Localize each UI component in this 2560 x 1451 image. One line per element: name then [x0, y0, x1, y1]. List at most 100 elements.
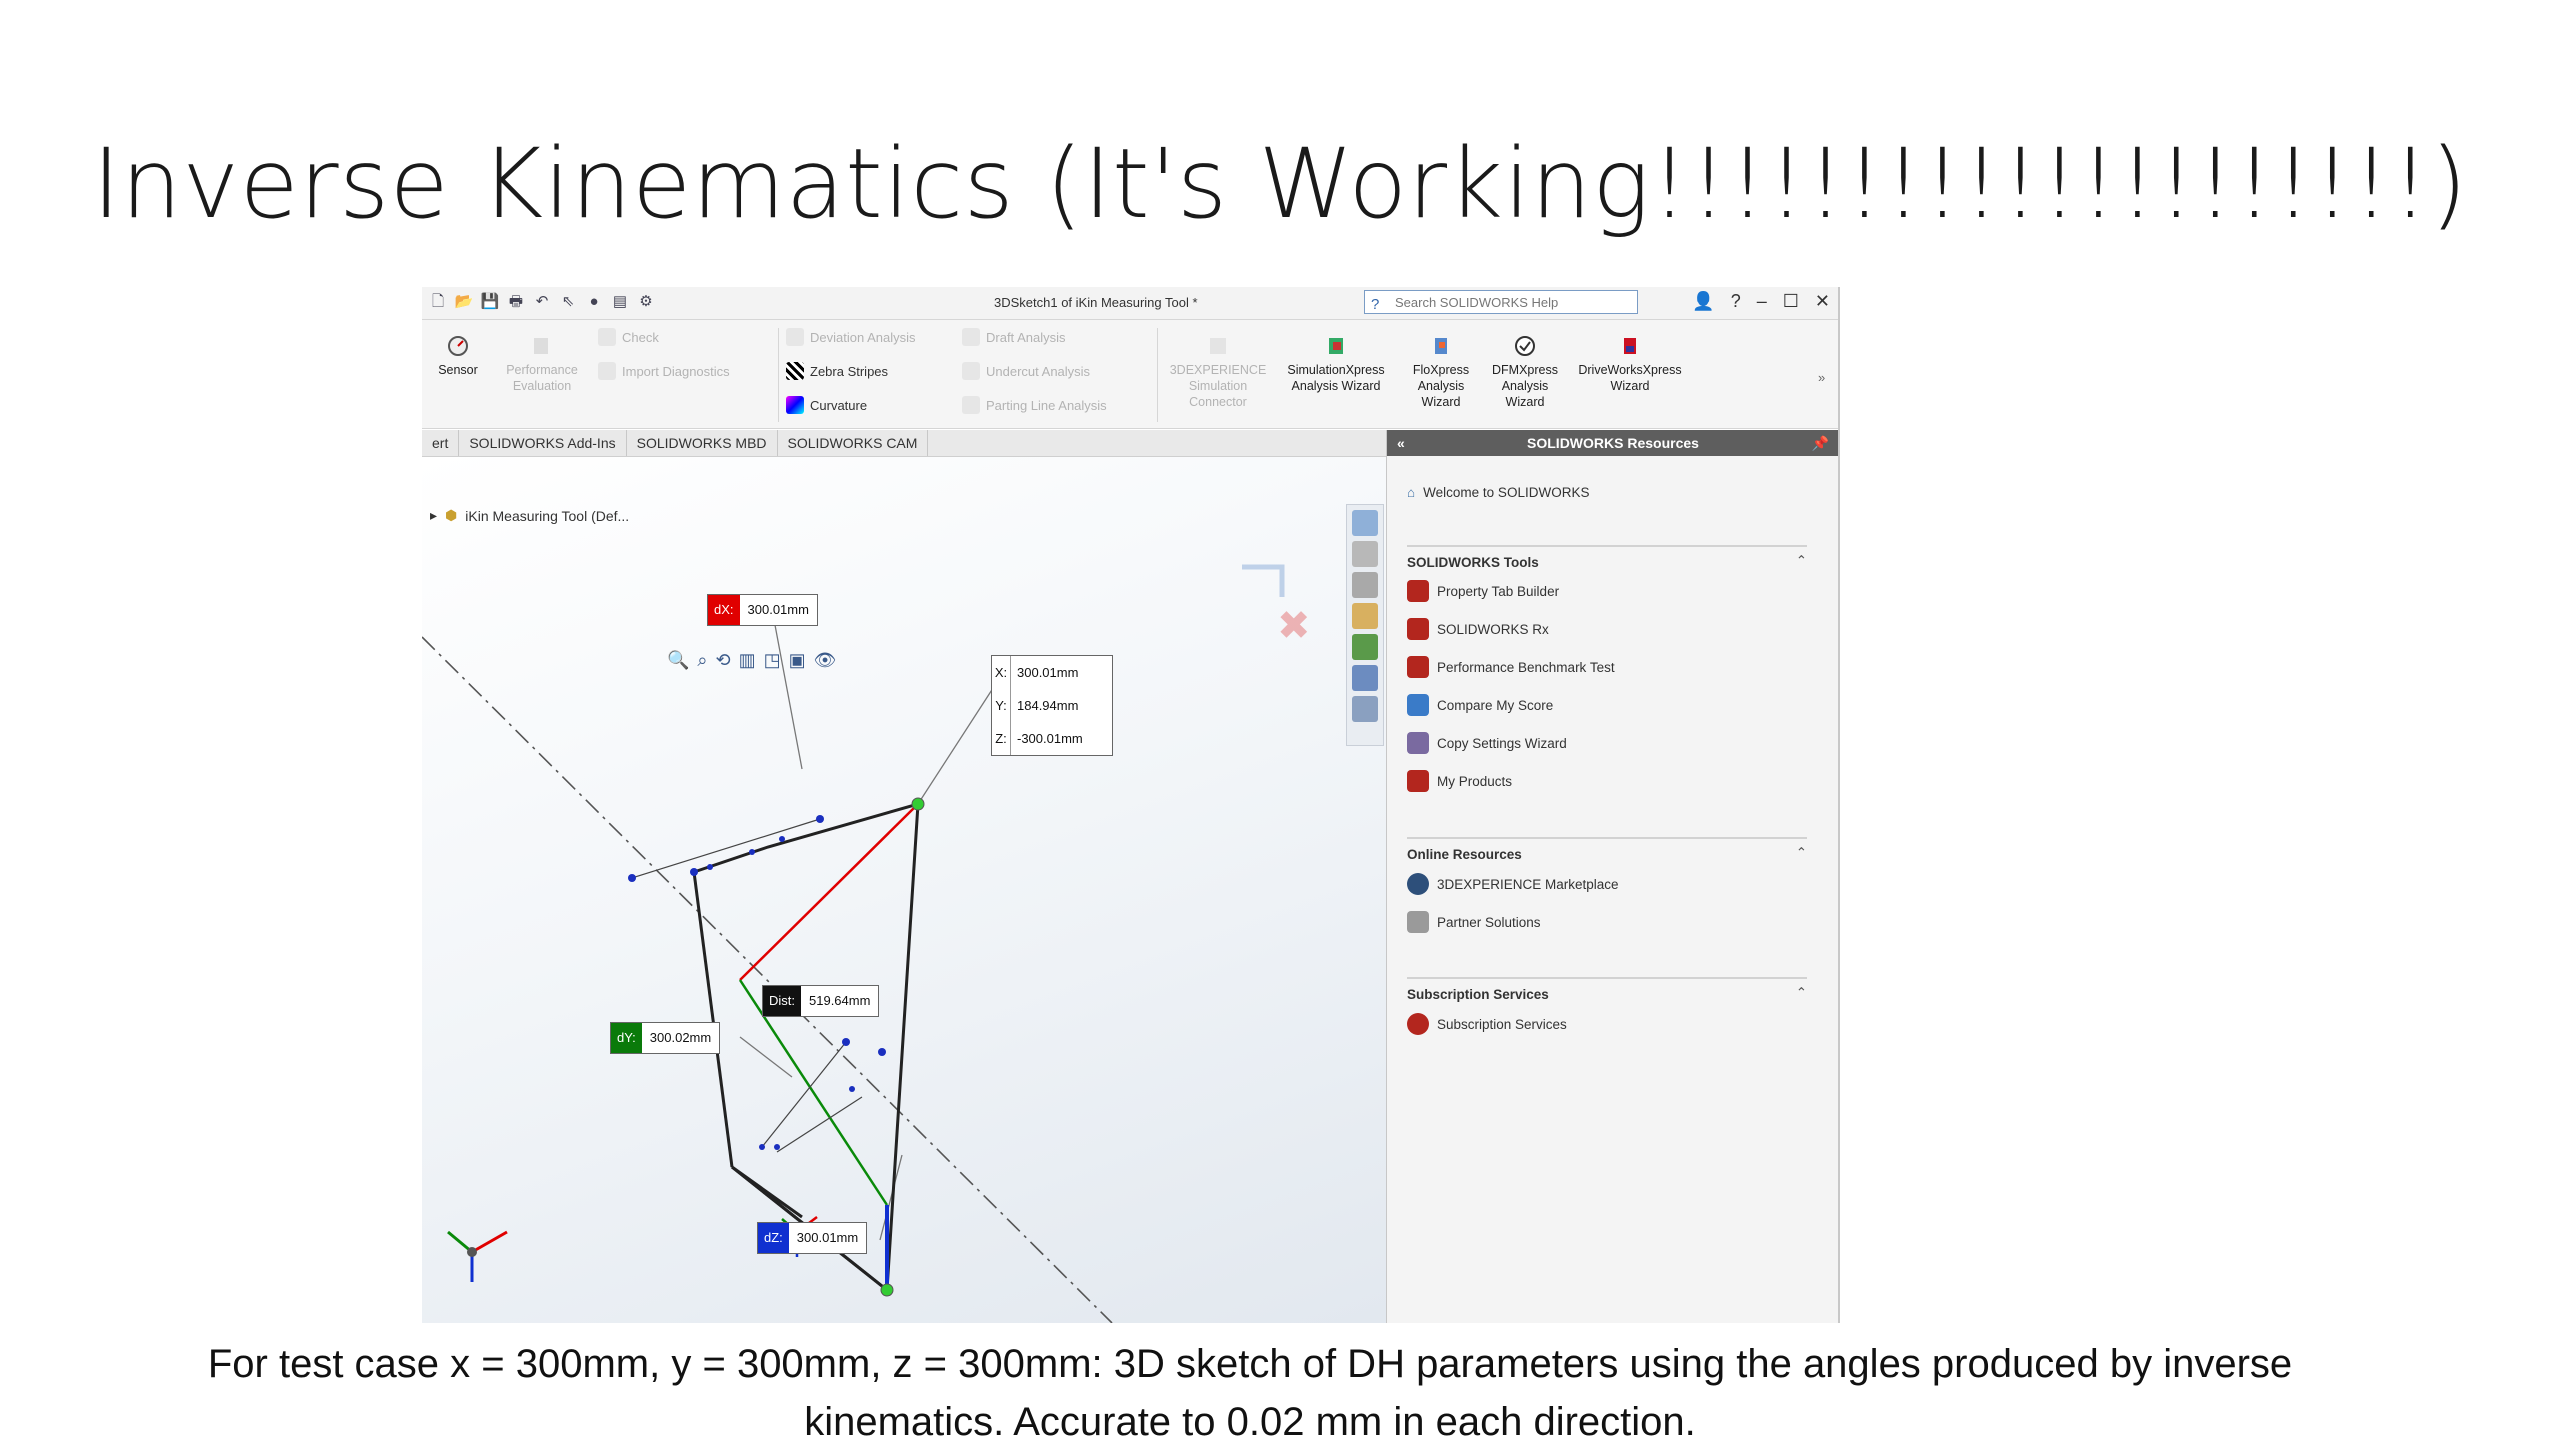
caption-line-2: kinematics. Accurate to 0.02 mm in each … [804, 1400, 1696, 1444]
draft-analysis-button[interactable]: Draft Analysis [962, 328, 1065, 346]
options-gear-icon[interactable]: ⚙ [636, 292, 656, 312]
undo-icon[interactable]: ↶ [532, 292, 552, 312]
performance-evaluation-button[interactable]: Performance Evaluation [492, 334, 592, 394]
parting-line-analysis-icon [962, 396, 980, 414]
tab-solidworks-add-ins[interactable]: SOLIDWORKS Add-Ins [459, 430, 627, 456]
deviation-analysis-button[interactable]: Deviation Analysis [786, 328, 916, 346]
dz-dimension[interactable]: dZ: 300.01mm [757, 1222, 868, 1254]
user-icon[interactable]: 👤 [1692, 291, 1714, 312]
sketch-canvas: ✖ [422, 564, 1311, 1323]
parting-line-analysis-label: Parting Line Analysis [986, 397, 1107, 413]
file-properties-icon[interactable]: ▤ [610, 292, 630, 312]
online-resources-section[interactable]: Online Resources ⌃ [1407, 837, 1807, 862]
dx-dimension[interactable]: dX: 300.01mm [707, 594, 818, 626]
view-palette-tab-icon[interactable] [1352, 603, 1378, 629]
maximize-button[interactable]: ☐ [1783, 291, 1799, 312]
appearances-tab-icon[interactable] [1352, 634, 1378, 660]
design-library-tab-icon[interactable] [1352, 541, 1378, 567]
forum-tab-icon[interactable] [1352, 696, 1378, 722]
subscription-services-link[interactable]: Subscription Services [1407, 1013, 1567, 1035]
deviation-analysis-icon [786, 328, 804, 346]
home-tab-icon[interactable] [1352, 510, 1378, 536]
open-file-icon[interactable]: 📂 [454, 292, 474, 312]
zoom-to-fit-icon[interactable]: 🔍 [667, 650, 689, 671]
new-file-icon[interactable]: 🗋 [428, 292, 448, 312]
dfmxpress-button[interactable]: DFMXpress Analysis Wizard [1482, 334, 1568, 410]
dist-dimension[interactable]: Dist: 519.64mm [762, 985, 880, 1017]
tab-ert[interactable]: ert [422, 430, 460, 456]
my-products-link[interactable]: My Products [1407, 770, 1512, 792]
zoom-area-icon[interactable]: ⌕ [697, 650, 707, 671]
rebuild-icon[interactable]: ● [584, 292, 604, 312]
solidworks-rx-link[interactable]: SOLIDWORKS Rx [1407, 618, 1549, 640]
custom-properties-tab-icon[interactable] [1352, 665, 1378, 691]
curvature-button[interactable]: Curvature [786, 396, 867, 414]
solidworks-rx-icon [1407, 618, 1429, 640]
help-search-placeholder: Search SOLIDWORKS Help [1395, 295, 1559, 310]
dy-dimension[interactable]: dY: 300.02mm [610, 1022, 721, 1054]
display-style-icon[interactable]: ▣ [789, 650, 806, 671]
tab-solidworks-mbd[interactable]: SOLIDWORKS MBD [627, 430, 778, 456]
save-icon[interactable]: 💾 [480, 292, 500, 312]
home-icon: ⌂ [1407, 485, 1416, 500]
feature-tree-root[interactable]: ▸ ⬢ iKin Measuring Tool (Def... [430, 507, 629, 524]
marketplace-globe-icon [1407, 873, 1429, 895]
dy-leader-line [739, 1036, 793, 1078]
import-diagnostics-button[interactable]: Import Diagnostics [598, 362, 730, 380]
caption-line-1: For test case x = 300mm, y = 300mm, z = … [207, 1342, 2293, 1386]
previous-view-icon[interactable]: ⟲ [716, 650, 731, 671]
tools-section-title: SOLIDWORKS Tools [1407, 555, 1539, 570]
collapse-panel-button[interactable]: « [1397, 430, 1405, 456]
graphics-viewport[interactable]: ✖ 🔍 ⌕ ⟲ ▥ ◳ ▣ 👁 ▸ ⬢ iKin Measuring Tool … [422, 457, 1386, 1323]
close-button[interactable]: ✕ [1815, 291, 1830, 312]
window-titlebar: 🗋 📂 💾 🖶 ↶ ⇖ ● ▤ ⚙ 3DSketch1 of iKin Meas… [422, 287, 1838, 320]
floxpress-button[interactable]: FloXpress Analysis Wizard [1402, 334, 1480, 410]
performance-evaluation-label: Performance Evaluation [506, 363, 578, 393]
select-icon[interactable]: ⇖ [558, 292, 578, 312]
curvature-icon [786, 396, 804, 414]
minimize-button[interactable]: – [1757, 291, 1767, 312]
check-button[interactable]: Check [598, 328, 659, 346]
chevron-up-icon[interactable]: ⌃ [1796, 845, 1807, 861]
section-view-icon[interactable]: ▥ [739, 650, 756, 671]
print-icon[interactable]: 🖶 [506, 292, 526, 312]
dy-tag: dY: [611, 1023, 642, 1053]
simulationxpress-button[interactable]: SimulationXpress Analysis Wizard [1274, 334, 1398, 394]
sensor-button[interactable]: Sensor [428, 334, 488, 378]
performance-benchmark-link[interactable]: Performance Benchmark Test [1407, 656, 1615, 678]
view-orientation-icon[interactable]: ◳ [764, 650, 781, 671]
tab-solidworks-cam[interactable]: SOLIDWORKS CAM [778, 430, 929, 456]
pin-icon[interactable]: 📌 [1812, 430, 1829, 456]
zebra-stripes-button[interactable]: Zebra Stripes [786, 362, 888, 380]
help-search-input[interactable]: ? Search SOLIDWORKS Help [1364, 290, 1638, 314]
sketch-points [628, 815, 886, 1150]
expand-arrow-icon[interactable]: ▸ [430, 507, 437, 524]
hide-show-items-icon[interactable]: 👁 [814, 650, 837, 671]
sketch-black-links [693, 801, 920, 1293]
parting-line-analysis-button[interactable]: Parting Line Analysis [962, 396, 1107, 414]
undercut-analysis-button[interactable]: Undercut Analysis [962, 362, 1090, 380]
solidworks-tools-section[interactable]: SOLIDWORKS Tools ⌃ [1407, 545, 1807, 570]
compare-my-score-link[interactable]: Compare My Score [1407, 694, 1553, 716]
welcome-link[interactable]: ⌂ Welcome to SOLIDWORKS [1407, 485, 1589, 500]
ribbon-more-button[interactable]: » [1818, 370, 1825, 385]
dfmxpress-check-icon [1515, 336, 1535, 356]
compare-my-score-icon [1407, 694, 1429, 716]
driveworksxpress-button[interactable]: DriveWorksXpress Wizard [1572, 334, 1688, 394]
chevron-up-icon[interactable]: ⌃ [1796, 553, 1807, 569]
construction-line-1 [631, 818, 821, 879]
floxpress-label: FloXpress Analysis Wizard [1412, 363, 1470, 409]
experience-connector-button[interactable]: 3DEXPERIENCE Simulation Connector [1164, 334, 1272, 410]
dy-value: 300.02mm [649, 1030, 712, 1045]
chevron-up-icon[interactable]: ⌃ [1796, 985, 1807, 1001]
property-tab-builder-link[interactable]: Property Tab Builder [1407, 580, 1559, 602]
copy-settings-wizard-link[interactable]: Copy Settings Wizard [1407, 732, 1567, 754]
file-explorer-tab-icon[interactable] [1352, 572, 1378, 598]
marketplace-link[interactable]: 3DEXPERIENCE Marketplace [1407, 873, 1619, 895]
subscription-services-section[interactable]: Subscription Services ⌃ [1407, 977, 1807, 1002]
point-coordinates-box[interactable]: X: 300.01mm Y: 184.94mm Z: -300.01mm [991, 655, 1113, 756]
online-label: Partner Solutions [1437, 914, 1541, 930]
partner-solutions-link[interactable]: Partner Solutions [1407, 911, 1541, 933]
help-question-icon[interactable]: ? [1731, 291, 1741, 312]
simulationxpress-label: SimulationXpress Analysis Wizard [1287, 363, 1385, 393]
